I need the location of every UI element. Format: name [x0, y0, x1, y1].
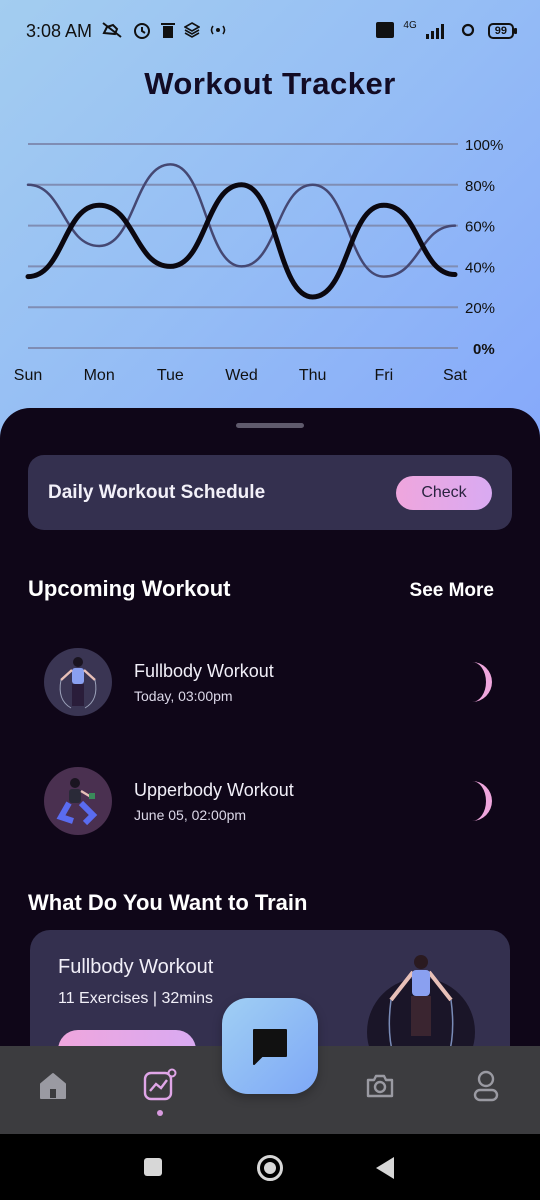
- chat-icon: [253, 1029, 287, 1065]
- system-nav-bar: [0, 1134, 540, 1200]
- y-tick-label: 40%: [465, 259, 495, 276]
- mute-icon: [101, 21, 123, 42]
- page-title: Workout Tracker: [144, 66, 396, 101]
- check-button[interactable]: Check: [396, 475, 492, 510]
- see-more-link[interactable]: See More: [410, 580, 494, 602]
- upcoming-workout-item[interactable]: Fullbody Workout Today, 03:00pm: [44, 647, 494, 717]
- y-tick-label: 20%: [465, 300, 495, 317]
- nav-home[interactable]: [33, 1066, 73, 1106]
- workout-name: Fullbody Workout: [134, 660, 274, 681]
- workout-time: Today, 03:00pm: [134, 687, 233, 704]
- hotspot-icon: [209, 23, 227, 40]
- trash-icon: [161, 21, 176, 42]
- y-tick-label: 60%: [465, 219, 495, 236]
- schedule-label: Daily Workout Schedule: [48, 481, 266, 503]
- notification-toggle[interactable]: [450, 660, 494, 704]
- y-tick-label: 0%: [473, 341, 495, 358]
- x-tick-label: Wed: [225, 367, 258, 384]
- train-title: What Do You Want to Train: [28, 890, 308, 915]
- upcoming-workout-item[interactable]: Upperbody Workout June 05, 02:00pm: [44, 766, 494, 836]
- x-tick-label: Thu: [299, 367, 327, 384]
- signal-icon: [425, 21, 448, 42]
- workout-name: Upperbody Workout: [134, 779, 294, 800]
- notification-toggle[interactable]: [450, 779, 494, 823]
- home-icon: [40, 1073, 66, 1099]
- battery-icon: 99: [487, 23, 518, 39]
- x-tick-label: Sun: [14, 367, 42, 384]
- volte-icon: [376, 21, 395, 41]
- home-button[interactable]: [257, 1155, 283, 1181]
- x-tick-label: Fri: [375, 367, 394, 384]
- nav-activity[interactable]: [140, 1066, 180, 1106]
- chart-series-line: [25, 182, 458, 300]
- alarm-icon: [132, 20, 152, 43]
- fullbody-avatar: [44, 648, 112, 716]
- x-tick-label: Sat: [443, 367, 468, 384]
- profile-icon: [473, 1070, 499, 1102]
- sync-icon: [457, 21, 479, 42]
- workout-line-chart: 100% 80% 60% 40% 20% 0% Sun Mon Tue Wed Thu Fri Sat: [14, 137, 504, 384]
- back-button[interactable]: [376, 1157, 394, 1179]
- y-tick-label: 100%: [465, 137, 503, 154]
- activity-icon: [143, 1068, 177, 1101]
- chart-series-line: [26, 163, 457, 278]
- x-tick-label: Mon: [84, 367, 115, 384]
- nav-profile[interactable]: [466, 1066, 506, 1106]
- chat-fab-button[interactable]: [222, 998, 318, 1094]
- camera-icon: [366, 1074, 394, 1098]
- sheet-drag-handle[interactable]: [236, 423, 304, 428]
- workout-time: June 05, 02:00pm: [134, 806, 247, 823]
- recents-button[interactable]: [144, 1158, 162, 1176]
- y-tick-label: 80%: [465, 178, 495, 195]
- status-bar: 3:08 AM 4G 99: [0, 0, 540, 62]
- layers-icon: [183, 21, 201, 41]
- network-type: 4G: [403, 19, 417, 31]
- status-time: 3:08 AM: [26, 20, 93, 41]
- train-card-meta: 11 Exercises | 32mins: [58, 990, 214, 1007]
- upperbody-avatar: [44, 767, 112, 835]
- x-tick-label: Tue: [157, 367, 184, 384]
- header-area: 3:08 AM 4G 99 Workout Tracker 100% 80% 6…: [0, 0, 540, 440]
- train-card-name: Fullbody Workout: [58, 956, 214, 978]
- upcoming-title: Upcoming Workout: [28, 576, 231, 601]
- daily-schedule-card: Daily Workout Schedule Check: [28, 455, 512, 530]
- active-indicator: [157, 1110, 163, 1116]
- nav-camera[interactable]: [360, 1066, 400, 1106]
